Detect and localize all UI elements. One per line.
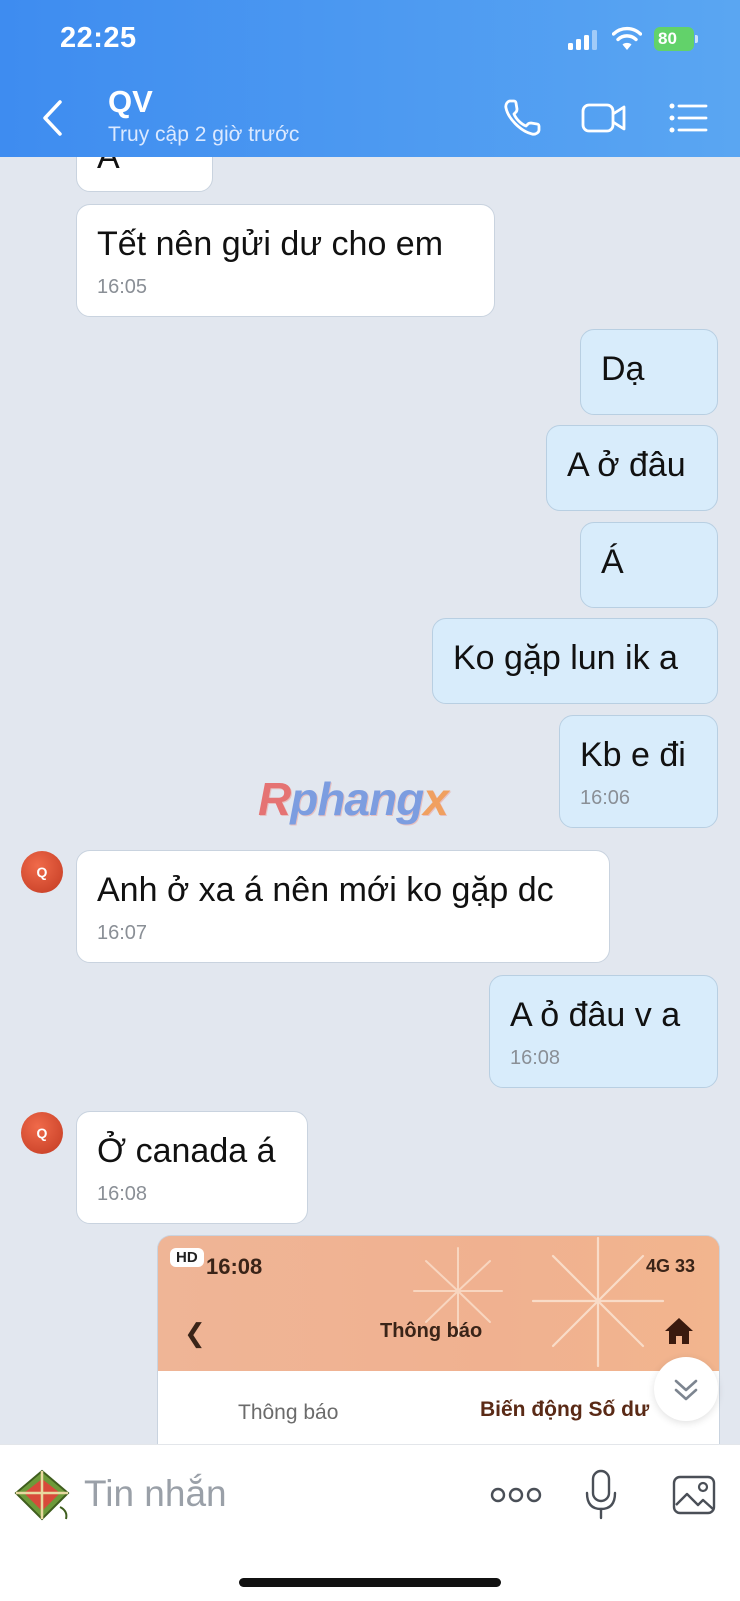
more-options-icon[interactable] bbox=[490, 1481, 542, 1509]
battery-icon: 80 bbox=[654, 27, 698, 51]
message-text: A ở đâu bbox=[567, 446, 686, 484]
sticker-icon[interactable] bbox=[12, 1467, 72, 1523]
last-seen-status: Truy cập 2 giờ trước bbox=[108, 123, 300, 146]
message-bubble[interactable]: Anh ở xa á nên mới ko gặp dc 16:07 bbox=[76, 850, 610, 963]
gallery-icon[interactable] bbox=[672, 1475, 716, 1515]
phone-icon[interactable] bbox=[500, 96, 544, 140]
message-text: A bbox=[97, 157, 120, 176]
screenshot-back-icon: ❮ bbox=[184, 1318, 206, 1348]
avatar[interactable]: Q bbox=[21, 851, 63, 893]
message-bubble[interactable]: Ko gặp lun ik a bbox=[432, 618, 718, 704]
message-bubble[interactable]: Á bbox=[580, 522, 718, 608]
message-text: Tết nên gửi dư cho em bbox=[97, 225, 444, 263]
message-list[interactable]: A Tết nên gửi dư cho em 16:05 Dạ A ở đâu… bbox=[0, 157, 740, 1444]
battery-level: 80 bbox=[658, 29, 677, 48]
watermark: Rphangx bbox=[258, 773, 449, 825]
message-time: 16:08 bbox=[97, 1183, 148, 1205]
message-text: Á bbox=[601, 543, 624, 581]
screenshot-time: 16:08 bbox=[206, 1254, 263, 1279]
message-text: Anh ở xa á nên mới ko gặp dc bbox=[97, 871, 554, 909]
message-input[interactable]: Tin nhắn bbox=[84, 1473, 227, 1515]
home-indicator bbox=[239, 1578, 501, 1587]
screenshot-tab-notifications: Thông báo bbox=[238, 1401, 339, 1424]
screenshot-title: Thông báo bbox=[380, 1320, 483, 1342]
message-text: A ỏ đâu v a bbox=[510, 996, 681, 1034]
screenshot-home-icon bbox=[665, 1318, 693, 1344]
message-input-bar: Tin nhắn bbox=[0, 1444, 740, 1601]
message-bubble[interactable]: Ở canada á 16:08 bbox=[76, 1111, 308, 1224]
message-text: Ở canada á bbox=[97, 1132, 276, 1170]
image-screenshot-header: HD 16:08 4G 33 ❮ Thông báo bbox=[158, 1236, 719, 1371]
message-time: 16:06 bbox=[580, 787, 631, 809]
message-bubble[interactable]: Tết nên gửi dư cho em 16:05 bbox=[76, 204, 495, 317]
back-chevron-icon[interactable] bbox=[38, 98, 68, 138]
message-bubble[interactable]: A ỏ đâu v a 16:08 bbox=[489, 975, 718, 1088]
message-bubble[interactable]: Kb e đi 16:06 bbox=[559, 715, 718, 828]
hd-badge: HD bbox=[170, 1248, 204, 1267]
wifi-icon bbox=[612, 26, 642, 50]
image-message[interactable]: HD 16:08 4G 33 ❮ Thông báo Thông báo Biế… bbox=[157, 1235, 720, 1444]
chat-header: 22:25 80 QV Truy cập 2 giờ trước bbox=[0, 0, 740, 157]
message-text: Dạ bbox=[601, 350, 645, 388]
message-bubble[interactable]: Dạ bbox=[580, 329, 718, 415]
microphone-icon[interactable] bbox=[584, 1469, 618, 1521]
cellular-signal-icon bbox=[568, 30, 598, 50]
avatar[interactable]: Q bbox=[21, 1112, 63, 1154]
scroll-down-icon bbox=[674, 1379, 698, 1401]
message-bubble[interactable]: A ở đâu bbox=[546, 425, 718, 511]
status-time: 22:25 bbox=[60, 22, 137, 54]
message-text: Ko gặp lun ik a bbox=[453, 639, 678, 677]
message-time: 16:08 bbox=[510, 1047, 561, 1069]
screenshot-tab-balance: Biến động Số dư bbox=[480, 1398, 650, 1421]
message-bubble[interactable]: A bbox=[76, 157, 213, 192]
scroll-down-button[interactable] bbox=[654, 1357, 718, 1421]
message-text: Kb e đi bbox=[580, 736, 686, 774]
video-call-icon[interactable] bbox=[580, 96, 628, 140]
message-time: 16:05 bbox=[97, 276, 148, 298]
image-screenshot-tabs: Thông báo Biến động Số dư bbox=[158, 1371, 719, 1444]
list-menu-icon[interactable] bbox=[666, 96, 710, 140]
message-time: 16:07 bbox=[97, 922, 148, 944]
screenshot-status: 4G 33 bbox=[645, 1256, 695, 1276]
chat-title[interactable]: QV bbox=[108, 84, 153, 120]
